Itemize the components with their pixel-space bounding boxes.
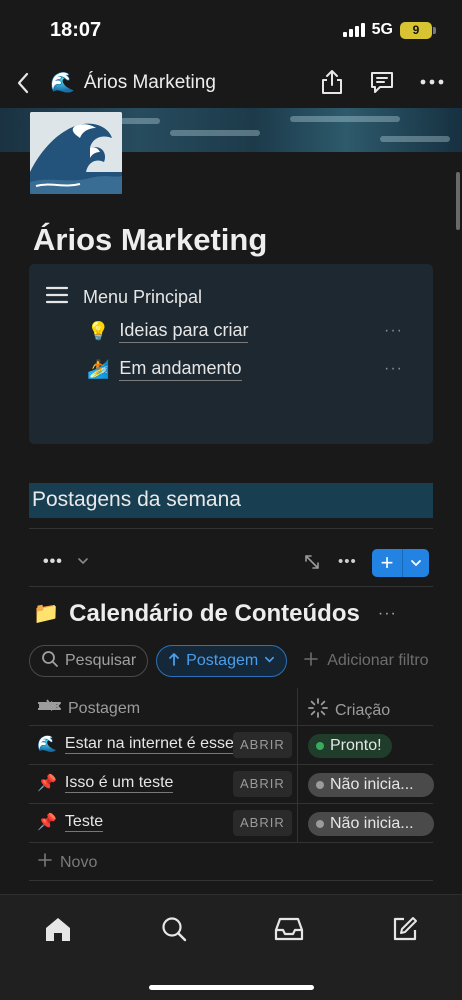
page-title[interactable]: Ários Marketing bbox=[33, 222, 267, 258]
lightbulb-icon: 💡 bbox=[87, 321, 110, 341]
column-divider bbox=[297, 726, 298, 764]
sort-label: Postagem bbox=[186, 652, 259, 669]
row-title-label: Isso é um teste bbox=[64, 773, 174, 793]
menu-item-ideias[interactable]: 💡 Ideias para criar bbox=[87, 320, 249, 343]
column-header-label: Criação bbox=[335, 701, 391, 719]
database-title-more-icon[interactable]: ··· bbox=[378, 605, 397, 623]
nav-bar: 🌊 Ários Marketing bbox=[0, 60, 462, 106]
column-divider bbox=[297, 804, 298, 842]
battery-level: 9 bbox=[412, 23, 420, 37]
nav-title[interactable]: 🌊 Ários Marketing bbox=[50, 70, 216, 95]
database-title[interactable]: 📁 Calendário de Conteúdos ··· bbox=[33, 600, 397, 628]
status-label: Não inicia... bbox=[330, 815, 414, 832]
table-row[interactable]: 📌 Isso é um teste ABRIR Não inicia... bbox=[29, 765, 434, 804]
column-divider bbox=[297, 688, 298, 725]
new-row-button[interactable]: Novo bbox=[29, 843, 433, 881]
home-indicator[interactable] bbox=[149, 985, 314, 990]
nav-title-label: Ários Marketing bbox=[83, 71, 216, 93]
open-button[interactable]: ABRIR bbox=[233, 810, 292, 836]
nav-page-emoji: 🌊 bbox=[50, 72, 75, 94]
status-dot bbox=[316, 820, 324, 828]
menu-callout: Menu Principal 💡 Ideias para criar ··· 🏄… bbox=[29, 264, 433, 444]
status-indicators: 5G 9 bbox=[342, 21, 436, 39]
relation-arrows-icon bbox=[37, 698, 61, 719]
database-table: Postagem Criação 🌊 Estar na internet é e… bbox=[29, 688, 434, 881]
page-icon-wave-image[interactable] bbox=[30, 112, 122, 194]
search-label: Pesquisar bbox=[65, 652, 137, 669]
column-header-criacao[interactable]: Criação bbox=[308, 698, 390, 723]
surfer-icon: 🏄 bbox=[87, 359, 110, 379]
home-icon[interactable] bbox=[42, 913, 74, 945]
menu-item-label: Ideias para criar bbox=[119, 320, 249, 343]
divider bbox=[29, 586, 433, 587]
status-loading-icon bbox=[308, 698, 328, 723]
open-button[interactable]: ABRIR bbox=[233, 732, 292, 758]
search-chip[interactable]: Pesquisar bbox=[29, 645, 149, 677]
status-badge[interactable]: Pronto! bbox=[308, 734, 392, 758]
scroll-indicator[interactable] bbox=[456, 172, 460, 230]
status-label: Pronto! bbox=[330, 737, 382, 754]
status-dot bbox=[316, 742, 324, 750]
database-view-bar: ••• ••• + bbox=[29, 545, 433, 581]
signal-icon bbox=[342, 23, 365, 37]
new-row-label: Novo bbox=[60, 853, 98, 871]
view-options-icon[interactable]: ••• bbox=[43, 553, 63, 571]
status-badge[interactable]: Não inicia... bbox=[308, 773, 434, 797]
open-button[interactable]: ABRIR bbox=[233, 771, 292, 797]
chevron-down-icon[interactable] bbox=[77, 554, 89, 572]
arrow-up-icon bbox=[168, 652, 180, 671]
menu-heading-label: Menu Principal bbox=[83, 287, 203, 307]
new-entry-dropdown-icon[interactable] bbox=[403, 557, 429, 569]
inbox-icon[interactable] bbox=[273, 913, 305, 945]
new-page-compose-icon[interactable] bbox=[389, 913, 421, 945]
table-row[interactable]: 📌 Teste ABRIR Não inicia... bbox=[29, 804, 434, 843]
wave-icon: 🌊 bbox=[37, 736, 57, 753]
network-label: 5G bbox=[371, 21, 393, 38]
column-header-label: Postagem bbox=[68, 699, 141, 717]
comments-icon[interactable] bbox=[368, 68, 396, 96]
new-entry-button[interactable]: + bbox=[372, 549, 429, 577]
status-time: 18:07 bbox=[50, 19, 102, 41]
plus-icon bbox=[303, 651, 319, 672]
menu-item-label: Em andamento bbox=[119, 358, 242, 381]
back-icon[interactable] bbox=[14, 70, 34, 96]
new-row: Novo bbox=[37, 852, 97, 873]
plus-icon bbox=[37, 852, 53, 873]
chevron-down-icon bbox=[264, 652, 275, 670]
divider bbox=[29, 528, 433, 529]
hamburger-icon bbox=[45, 286, 69, 309]
table-header: Postagem Criação bbox=[29, 688, 433, 726]
status-label: Não inicia... bbox=[330, 776, 414, 793]
status-bar: 18:07 5G 9 bbox=[0, 0, 462, 60]
status-dot bbox=[316, 781, 324, 789]
sort-chip[interactable]: Postagem bbox=[156, 645, 288, 677]
row-title-label: Teste bbox=[64, 812, 104, 832]
section-heading[interactable]: Postagens da semana bbox=[29, 483, 433, 518]
search-icon bbox=[41, 650, 59, 673]
pushpin-icon: 📌 bbox=[37, 814, 57, 831]
status-badge[interactable]: Não inicia... bbox=[308, 812, 434, 836]
column-header-postagem[interactable]: Postagem bbox=[37, 698, 140, 719]
menu-item-more-icon[interactable]: ··· bbox=[384, 360, 403, 378]
pushpin-icon: 📌 bbox=[37, 775, 57, 792]
nav-actions bbox=[318, 68, 446, 96]
search-icon[interactable] bbox=[158, 913, 190, 945]
plus-icon[interactable]: + bbox=[372, 550, 402, 576]
menu-heading: Menu Principal bbox=[45, 286, 202, 309]
menu-item-em-andamento[interactable]: 🏄 Em andamento bbox=[87, 358, 242, 381]
expand-icon[interactable] bbox=[303, 553, 321, 576]
more-options-icon[interactable] bbox=[418, 68, 446, 96]
filter-row: Pesquisar Postagem Adicionar filtro bbox=[29, 644, 462, 678]
add-filter-label: Adicionar filtro bbox=[327, 652, 429, 669]
share-icon[interactable] bbox=[318, 68, 346, 96]
database-more-icon[interactable]: ••• bbox=[338, 553, 357, 570]
folder-icon: 📁 bbox=[33, 602, 60, 625]
table-row[interactable]: 🌊 Estar na internet é essencial ABRIR Pr… bbox=[29, 726, 433, 765]
add-filter-button[interactable]: Adicionar filtro bbox=[295, 651, 429, 672]
column-divider bbox=[297, 765, 298, 803]
battery-icon: 9 bbox=[400, 21, 436, 39]
menu-item-more-icon[interactable]: ··· bbox=[384, 322, 403, 340]
database-title-label: Calendário de Conteúdos bbox=[69, 600, 360, 627]
